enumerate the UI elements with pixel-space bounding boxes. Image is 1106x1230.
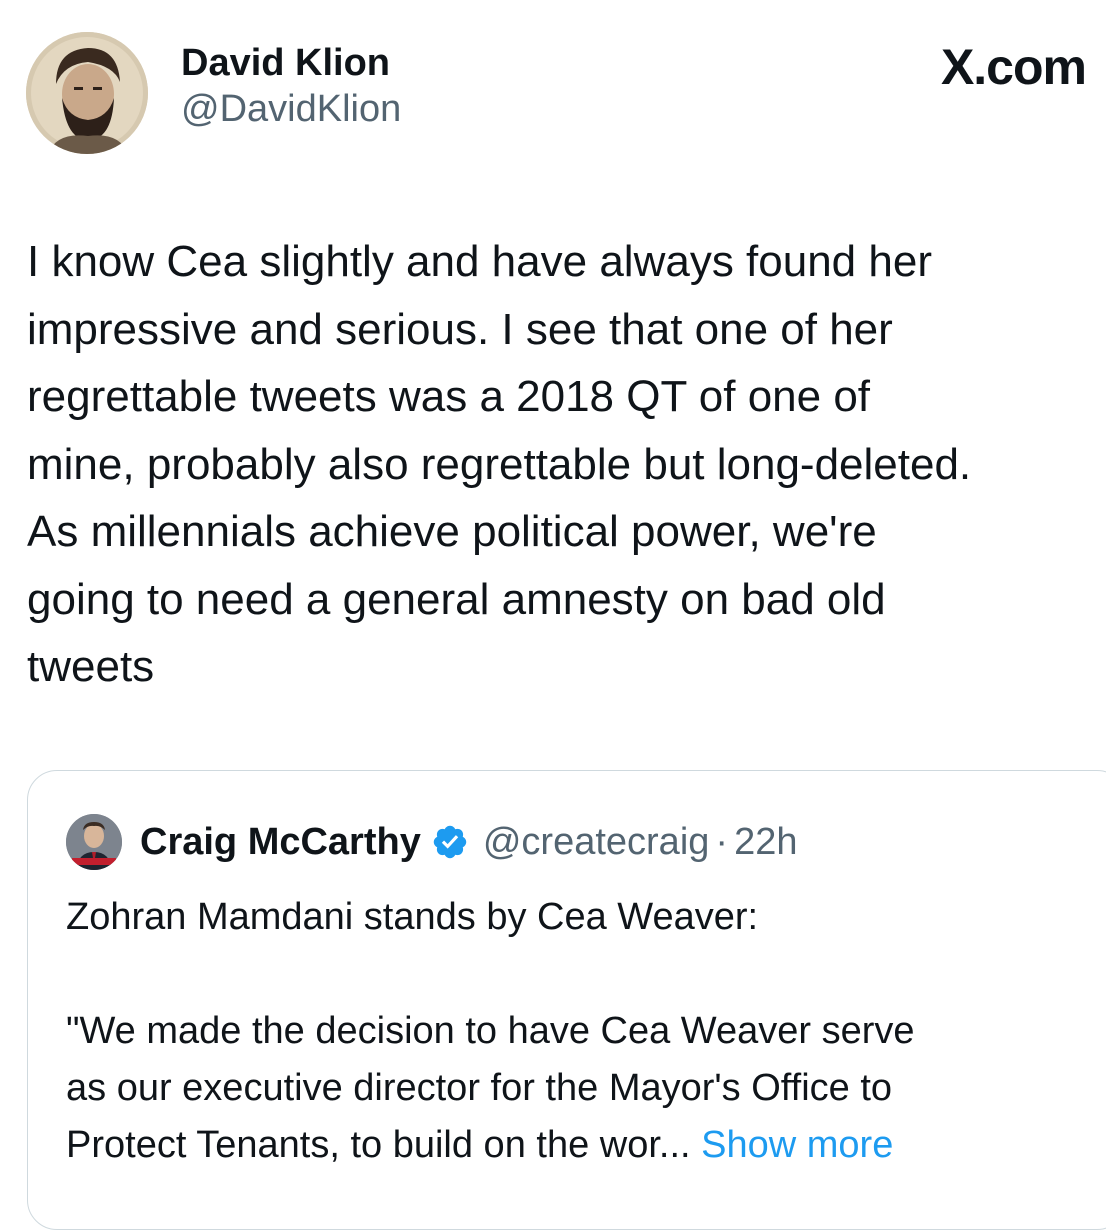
tweet-text-line: I know Cea slightly and have always foun… <box>27 237 932 286</box>
quoted-author-name[interactable]: Craig McCarthy <box>140 821 421 864</box>
author-handle[interactable]: @DavidKlion <box>181 86 401 132</box>
tweet-text-line: regrettable tweets was a 2018 QT of one … <box>27 372 871 421</box>
verified-badge-icon <box>433 825 467 859</box>
separator-dot: · <box>715 820 729 863</box>
tweet-text-line: going to need a general amnesty on bad o… <box>27 574 886 624</box>
author-info: David Klion @DavidKlion <box>181 40 401 132</box>
author-name[interactable]: David Klion <box>181 40 401 86</box>
quoted-author-handle[interactable]: @createcraig <box>483 821 710 864</box>
quoted-tweet-text: Zohran Mamdani stands by Cea Weaver: "We… <box>66 889 1106 1174</box>
quoted-tweet-card[interactable]: Craig McCarthy @createcraig · 22h Zohran… <box>27 770 1106 1230</box>
quoted-text-paragraph: Zohran Mamdani stands by Cea Weaver: <box>66 896 759 938</box>
quoted-tweet-header: Craig McCarthy @createcraig · 22h <box>66 814 797 870</box>
tweet-text-line: impressive and serious. I see that one o… <box>27 304 893 354</box>
quoted-tweet-time[interactable]: 22h <box>734 821 797 864</box>
quoted-text-line: as our executive director for the Mayor'… <box>66 1067 893 1109</box>
tweet-text: I know Cea slightly and have always foun… <box>27 228 1105 701</box>
show-more-link[interactable]: Show more <box>701 1124 893 1166</box>
tweet-text-line: tweets <box>27 642 155 691</box>
brand-label: X.com <box>940 39 1087 95</box>
tweet-header: David Klion @DavidKlion X.com <box>26 32 1096 162</box>
quoted-text-line: Protect Tenants, to build on the wor... <box>66 1124 691 1166</box>
tweet: David Klion @DavidKlion X.com I know Cea… <box>0 0 1106 1230</box>
tweet-text-line: As millennials achieve political power, … <box>27 507 877 556</box>
quoted-text-line: "We made the decision to have Cea Weaver… <box>66 1010 915 1052</box>
author-avatar[interactable] <box>26 32 148 154</box>
quoted-text-line-last: Protect Tenants, to build on the wor... … <box>66 1117 1106 1174</box>
quoted-author-avatar[interactable] <box>66 814 122 870</box>
x-logo-icon: X.com <box>940 38 1087 96</box>
tweet-text-line: mine, probably also regrettable but long… <box>27 439 972 489</box>
